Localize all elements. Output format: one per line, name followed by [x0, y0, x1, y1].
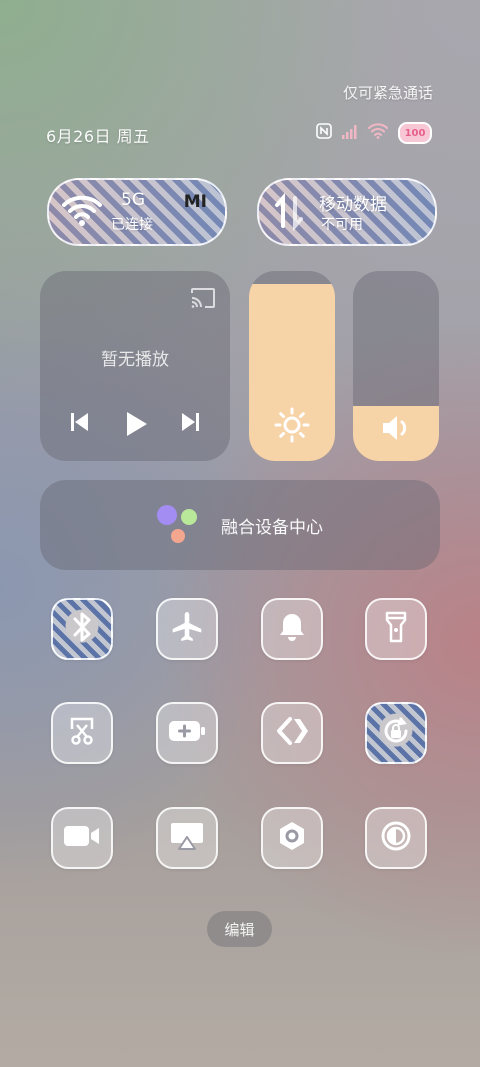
rotation-lock-icon	[380, 715, 412, 751]
rotation-lock-toggle[interactable]	[365, 702, 427, 764]
sun-icon	[249, 407, 335, 443]
wifi-network-name: MI	[183, 192, 207, 212]
wifi-status-icon	[368, 123, 388, 143]
contrast-toggle[interactable]	[365, 807, 427, 869]
screen-cast-icon	[169, 821, 205, 855]
media-player: 暂无播放	[40, 271, 230, 461]
wifi-toggle[interactable]: 5G 已连接 MI	[47, 178, 227, 246]
airplane-icon	[170, 610, 204, 648]
wifi-state: 已连接	[111, 217, 153, 233]
bluetooth-toggle[interactable]	[51, 598, 113, 660]
settings-icon	[276, 820, 308, 856]
volume-slider[interactable]	[353, 271, 439, 461]
screenshot-toggle[interactable]	[51, 702, 113, 764]
ring-mode-toggle[interactable]	[261, 598, 323, 660]
mobile-data-state: 不可用	[321, 217, 363, 233]
battery-saver-toggle[interactable]	[156, 702, 218, 764]
screen-cast-toggle[interactable]	[156, 807, 218, 869]
edit-button[interactable]: 编辑	[207, 911, 272, 947]
battery-saver-icon	[168, 719, 206, 747]
video-toggle[interactable]	[51, 807, 113, 869]
airplane-mode-toggle[interactable]	[156, 598, 218, 660]
link-toggle[interactable]	[261, 702, 323, 764]
status-icons: 100	[316, 122, 432, 144]
speaker-icon	[353, 413, 439, 443]
fusion-device-center[interactable]: 融合设备中心	[40, 480, 440, 570]
next-track-icon[interactable]	[178, 409, 202, 443]
signal-icon	[342, 124, 358, 143]
flashlight-toggle[interactable]	[365, 598, 427, 660]
play-icon[interactable]	[120, 409, 150, 443]
brightness-slider[interactable]	[249, 271, 335, 461]
date-label: 6月26日 周五	[46, 127, 150, 146]
mobile-data-toggle[interactable]: 移动数据 不可用	[257, 178, 437, 246]
flashlight-icon	[383, 610, 409, 648]
mobile-data-label: 移动数据	[319, 195, 387, 215]
battery-icon: 100	[398, 122, 432, 144]
link-icon	[275, 716, 309, 750]
bell-icon	[277, 611, 307, 647]
previous-track-icon[interactable]	[68, 409, 92, 443]
media-empty-label: 暂无播放	[101, 350, 169, 370]
bluetooth-icon	[68, 610, 96, 648]
fusion-dots-icon	[157, 503, 201, 547]
wifi-icon	[61, 192, 103, 232]
screenshot-icon	[67, 715, 97, 751]
nfc-icon	[316, 123, 332, 143]
video-camera-icon	[63, 824, 101, 852]
emergency-call-status: 仅可紧急通话	[342, 84, 433, 102]
settings-toggle[interactable]	[261, 807, 323, 869]
mobile-data-icon	[271, 192, 307, 236]
wifi-band: 5G	[121, 190, 145, 210]
contrast-icon	[380, 820, 412, 856]
fusion-label: 融合设备中心	[221, 517, 323, 538]
cast-icon[interactable]	[190, 287, 216, 313]
